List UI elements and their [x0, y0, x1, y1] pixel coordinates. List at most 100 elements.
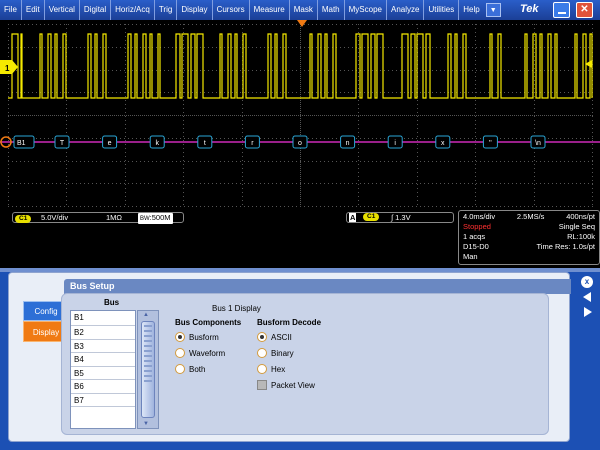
- decode-label: T: [60, 140, 65, 147]
- waveform-graticule[interactable]: Te k t r o n i x '' \n 1 B1: [0, 20, 600, 210]
- acq-count: 1 acqs: [463, 232, 486, 241]
- menu-measure[interactable]: Measure: [250, 0, 290, 20]
- decode-label: t: [204, 140, 206, 147]
- radio-label-both: Both: [189, 364, 206, 374]
- radio-dot-both: [175, 364, 185, 374]
- acq-row-4: D15-D0 Time Res: 1.0s/pt: [463, 242, 595, 252]
- menu-file[interactable]: File: [0, 0, 22, 20]
- decode-label: o: [298, 140, 302, 147]
- bus-item-b1[interactable]: B1: [71, 311, 135, 326]
- decode-label: \n: [535, 140, 541, 147]
- packet-view-checkbox[interactable]: Packet View: [257, 380, 315, 390]
- bus-list-scrollbar[interactable]: ▲ ▼: [137, 310, 159, 429]
- chevron-left-icon[interactable]: [583, 292, 591, 302]
- decode-label: e: [108, 140, 112, 147]
- menu-utilities[interactable]: Utilities: [424, 0, 460, 20]
- menu-trig[interactable]: Trig: [155, 0, 178, 20]
- acq-mode: Single Seq: [558, 222, 595, 231]
- bus-list-heading: Bus: [104, 298, 120, 307]
- ch1-impedance: 1MΩ: [106, 213, 123, 222]
- trigger-mode: Man: [463, 252, 478, 261]
- menu-edit[interactable]: Edit: [22, 0, 45, 20]
- trigger-readout[interactable]: A C1 ∫ 1.3V: [346, 212, 454, 223]
- radio-label-waveform: Waveform: [189, 348, 226, 358]
- bus-list[interactable]: B1 B2 B3 B4 B5 B6 B7: [70, 310, 136, 429]
- radio-dot-ascii: [257, 332, 267, 342]
- acq-row-2: Stopped Single Seq: [463, 222, 595, 232]
- trigger-source: A: [349, 213, 357, 222]
- menu-digital[interactable]: Digital: [80, 0, 112, 20]
- minimize-icon: [557, 11, 566, 14]
- acq-row-3: 1 acqs RL:100k: [463, 232, 595, 242]
- menu-math[interactable]: Math: [318, 0, 345, 20]
- trigger-position-marker: [297, 20, 307, 27]
- ch1-badge: C1: [15, 215, 32, 223]
- panel-close-icon[interactable]: x: [581, 276, 593, 288]
- bus-item-b4[interactable]: B4: [71, 353, 135, 367]
- packet-view-label: Packet View: [271, 380, 315, 390]
- bus-item-b2[interactable]: B2: [71, 326, 135, 340]
- bus-item-b6[interactable]: B6: [71, 380, 135, 394]
- scroll-thumb[interactable]: [141, 321, 155, 418]
- radio-dot-waveform: [175, 348, 185, 358]
- radio-dot-busform: [175, 332, 185, 342]
- radio-hex[interactable]: Hex: [257, 364, 285, 374]
- chevron-down-icon[interactable]: ▼: [485, 3, 501, 17]
- close-button[interactable]: ✕: [576, 2, 593, 18]
- record-length: RL:100k: [567, 232, 595, 241]
- scroll-up-icon[interactable]: ▲: [143, 312, 149, 318]
- menu-help[interactable]: Help: [459, 0, 483, 20]
- status-strip: C1 5.0V/div 1MΩ BW:500M A C1 ∫ 1.3V 4.0m…: [0, 210, 600, 268]
- menu-cursors[interactable]: Cursors: [213, 0, 250, 20]
- checkbox-box: [257, 380, 267, 390]
- ch1-bandwidth: 500M: [151, 213, 171, 222]
- menu-analyze[interactable]: Analyze: [387, 0, 425, 20]
- radio-label-binary: Binary: [271, 348, 294, 358]
- menu-mask[interactable]: Mask: [290, 0, 318, 20]
- bus-setup-title: Bus Setup: [64, 279, 571, 294]
- trigger-channel-badge: C1: [363, 213, 380, 221]
- components-heading: Bus Components: [175, 318, 242, 327]
- radio-both[interactable]: Both: [175, 364, 205, 374]
- menu-myscope[interactable]: MyScope: [345, 0, 387, 20]
- decode-label: k: [155, 140, 159, 147]
- timebase: 4.0ms/div: [463, 212, 496, 221]
- acq-row-1: 4.0ms/div 2.5MS/s 400ns/pt: [463, 212, 595, 222]
- radio-waveform[interactable]: Waveform: [175, 348, 225, 358]
- bus-item-b3[interactable]: B3: [71, 340, 135, 353]
- time-res: Time Res: 1.0s/pt: [536, 242, 596, 251]
- radio-ascii[interactable]: ASCII: [257, 332, 292, 342]
- trigger-level-value: 1.3V: [395, 213, 411, 222]
- menu-bar: File Edit Vertical Digital Horiz/Acq Tri…: [0, 0, 600, 20]
- bus-marker-label[interactable]: B1: [17, 140, 26, 147]
- minimize-button[interactable]: [553, 2, 570, 18]
- radio-dot-hex: [257, 364, 267, 374]
- menu-display[interactable]: Display: [177, 0, 213, 20]
- acq-row-5: Man: [463, 252, 595, 262]
- radio-busform[interactable]: Busform: [175, 332, 219, 342]
- acq-status: Stopped: [463, 222, 491, 231]
- menu-vertical[interactable]: Vertical: [45, 0, 80, 20]
- ch1-readout[interactable]: C1 5.0V/div 1MΩ BW:500M: [12, 212, 184, 224]
- bus-item-b7[interactable]: B7: [71, 394, 135, 407]
- radio-dot-binary: [257, 348, 267, 358]
- radio-label-ascii: ASCII: [271, 332, 292, 342]
- trigger-level: ∫ 1.3V: [391, 213, 411, 222]
- decode-label: x: [441, 140, 445, 147]
- acquisition-readout[interactable]: 4.0ms/div 2.5MS/s 400ns/pt Stopped Singl…: [458, 210, 600, 265]
- radio-binary[interactable]: Binary: [257, 348, 294, 358]
- radio-label-busform: Busform: [189, 332, 219, 342]
- bus-item-b5[interactable]: B5: [71, 367, 135, 380]
- bw-icon: BW: [140, 216, 150, 222]
- graticule-svg: Te k t r o n i x '' \n 1 B1: [0, 20, 600, 207]
- digital-channels: D15-D0: [463, 242, 489, 251]
- resolution: 400ns/pt: [566, 212, 595, 221]
- menu-horiz-acq[interactable]: Horiz/Acq: [111, 0, 155, 20]
- decode-label: n: [346, 140, 350, 147]
- ch1-marker[interactable]: 1: [5, 64, 10, 73]
- ch1-scale: 5.0V/div: [41, 213, 69, 222]
- bus-setup-panel: Bus Setup Config Display Bus B1 B2 B3 B4…: [8, 272, 571, 442]
- chevron-right-icon[interactable]: [584, 307, 592, 317]
- decode-heading: Busform Decode: [257, 318, 322, 327]
- scroll-down-icon[interactable]: ▼: [143, 421, 149, 427]
